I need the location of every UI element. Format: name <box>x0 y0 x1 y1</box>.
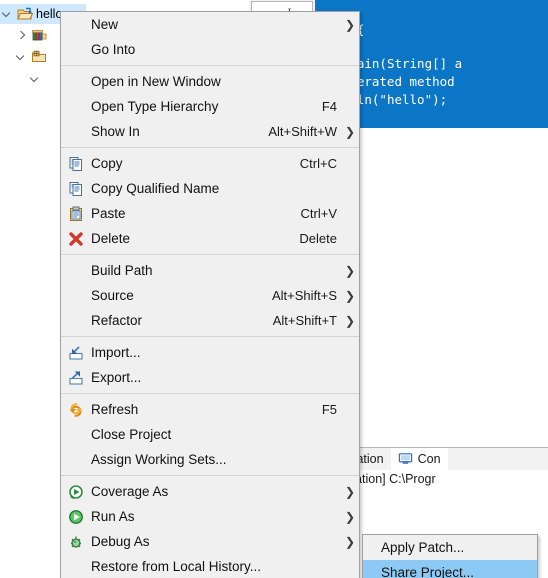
menu-item-copy-qualified-name[interactable]: Copy Qualified Name❯ <box>61 176 359 201</box>
menu-item-paste[interactable]: PasteCtrl+V❯ <box>61 201 359 226</box>
menu-item-label: Import... <box>91 345 141 360</box>
menu-item-label: Delete <box>91 231 131 246</box>
tree-item-label: hello <box>36 7 63 21</box>
twisty-closed-icon[interactable] <box>14 28 28 42</box>
menu-item-assign-working-sets[interactable]: Assign Working Sets...❯ <box>61 447 359 472</box>
menu-item-delete[interactable]: DeleteDelete❯ <box>61 226 359 251</box>
console-icon <box>398 451 414 467</box>
menu-item-label: Restore from Local History... <box>91 559 262 574</box>
menu-item-label: Build Path <box>91 263 153 278</box>
submenu-chevron-icon: ❯ <box>344 313 356 328</box>
menu-item-accelerator: Alt+Shift+T <box>272 313 337 328</box>
submenu-chevron-icon: ❯ <box>344 263 356 278</box>
menu-item-label: Coverage As <box>91 484 169 499</box>
copy-qualified-name-icon <box>61 181 91 197</box>
menu-item-label: Go Into <box>91 42 136 57</box>
menu-item-label: Source <box>91 288 134 303</box>
menu-item-refresh[interactable]: RefreshF5❯ <box>61 397 359 422</box>
menu-item-label: Close Project <box>91 427 172 442</box>
menu-item-run-as[interactable]: Run As ❯ <box>61 504 359 529</box>
menu-separator <box>61 65 359 66</box>
delete-icon <box>61 231 91 247</box>
submenu-chevron-icon: ❯ <box>344 288 356 303</box>
debug-icon <box>61 534 91 550</box>
menu-item-label: Paste <box>91 206 126 221</box>
menu-separator <box>61 393 359 394</box>
paste-icon <box>61 206 91 222</box>
menu-item-open-in-new-window[interactable]: Open in New Window❯ <box>61 69 359 94</box>
menu-item-label: Copy <box>91 156 123 171</box>
submenu-item-share-project[interactable]: Share Project... <box>363 560 537 578</box>
refresh-icon <box>61 402 91 418</box>
submenu-chevron-icon: ❯ <box>344 17 356 32</box>
menu-item-build-path[interactable]: Build Path ❯ <box>61 258 359 283</box>
menu-item-import[interactable]: Import...❯ <box>61 340 359 365</box>
menu-item-accelerator: F4 <box>321 99 337 114</box>
submenu-chevron-icon: ❯ <box>344 124 356 139</box>
coverage-icon <box>61 484 91 500</box>
menu-item-label: Copy Qualified Name <box>91 181 220 196</box>
team-submenu[interactable]: Apply Patch... Share Project... <box>362 534 538 578</box>
submenu-chevron-icon: ❯ <box>344 484 356 499</box>
menu-item-accelerator: F5 <box>321 402 337 417</box>
menu-item-export[interactable]: Export...❯ <box>61 365 359 390</box>
submenu-item-label: Apply Patch... <box>381 540 465 555</box>
tab-console[interactable]: Con <box>390 448 448 470</box>
copy-icon <box>61 156 91 172</box>
menu-separator <box>61 336 359 337</box>
menu-item-label: Refactor <box>91 313 143 328</box>
package-folder-icon <box>31 49 47 65</box>
menu-item-label: New <box>91 17 119 32</box>
menu-separator <box>61 147 359 148</box>
menu-item-accelerator: Ctrl+V <box>300 206 337 221</box>
menu-item-label: Refresh <box>91 402 139 417</box>
menu-item-label: Show In <box>91 124 140 139</box>
menu-separator <box>61 475 359 476</box>
menu-item-accelerator: Alt+Shift+S <box>271 288 337 303</box>
menu-separator <box>61 254 359 255</box>
menu-item-label: Open in New Window <box>91 74 221 89</box>
menu-item-accelerator: Ctrl+C <box>299 156 337 171</box>
menu-item-coverage-as[interactable]: Coverage As ❯ <box>61 479 359 504</box>
menu-item-debug-as[interactable]: Debug As ❯ <box>61 529 359 554</box>
menu-item-label: Debug As <box>91 534 150 549</box>
twisty-open-icon[interactable] <box>14 50 28 64</box>
submenu-chevron-icon: ❯ <box>344 534 356 549</box>
menu-item-accelerator: Delete <box>299 231 337 246</box>
menu-item-label: Assign Working Sets... <box>91 452 227 467</box>
twisty-open-icon[interactable] <box>28 72 42 86</box>
menu-item-label: Open Type Hierarchy <box>91 99 219 114</box>
eclipse-window: hello {main(String[] a method .println(… <box>0 0 548 578</box>
run-icon <box>61 509 91 525</box>
menu-item-show-in[interactable]: Show In Alt+Shift+W ❯ <box>61 119 359 144</box>
submenu-item-label: Share Project... <box>381 565 475 578</box>
menu-item-copy[interactable]: CopyCtrl+C❯ <box>61 151 359 176</box>
menu-item-source[interactable]: Source Alt+Shift+S ❯ <box>61 283 359 308</box>
menu-item-label: Run As <box>91 509 135 524</box>
submenu-item-apply-patch[interactable]: Apply Patch... <box>363 535 537 560</box>
menu-item-restore-from-local-history[interactable]: Restore from Local History...❯ <box>61 554 359 578</box>
submenu-chevron-icon: ❯ <box>344 509 356 524</box>
menu-item-open-type-hierarchy[interactable]: Open Type HierarchyF4❯ <box>61 94 359 119</box>
menu-item-refactor[interactable]: Refactor Alt+Shift+T ❯ <box>61 308 359 333</box>
menu-item-close-project[interactable]: Close Project❯ <box>61 422 359 447</box>
import-icon <box>61 345 91 361</box>
project-context-menu[interactable]: New❯Go Into❯Open in New Window❯Open Type… <box>60 11 360 578</box>
jre-library-icon <box>31 27 47 43</box>
menu-item-label: Export... <box>91 370 142 385</box>
tab-console-label: Con <box>417 452 441 466</box>
menu-item-new[interactable]: New ❯ <box>61 12 359 37</box>
menu-item-accelerator: Alt+Shift+W <box>268 124 337 139</box>
menu-item-go-into[interactable]: Go Into❯ <box>61 37 359 62</box>
java-project-icon <box>17 6 33 22</box>
export-icon <box>61 370 91 386</box>
twisty-open-icon[interactable] <box>0 7 14 21</box>
